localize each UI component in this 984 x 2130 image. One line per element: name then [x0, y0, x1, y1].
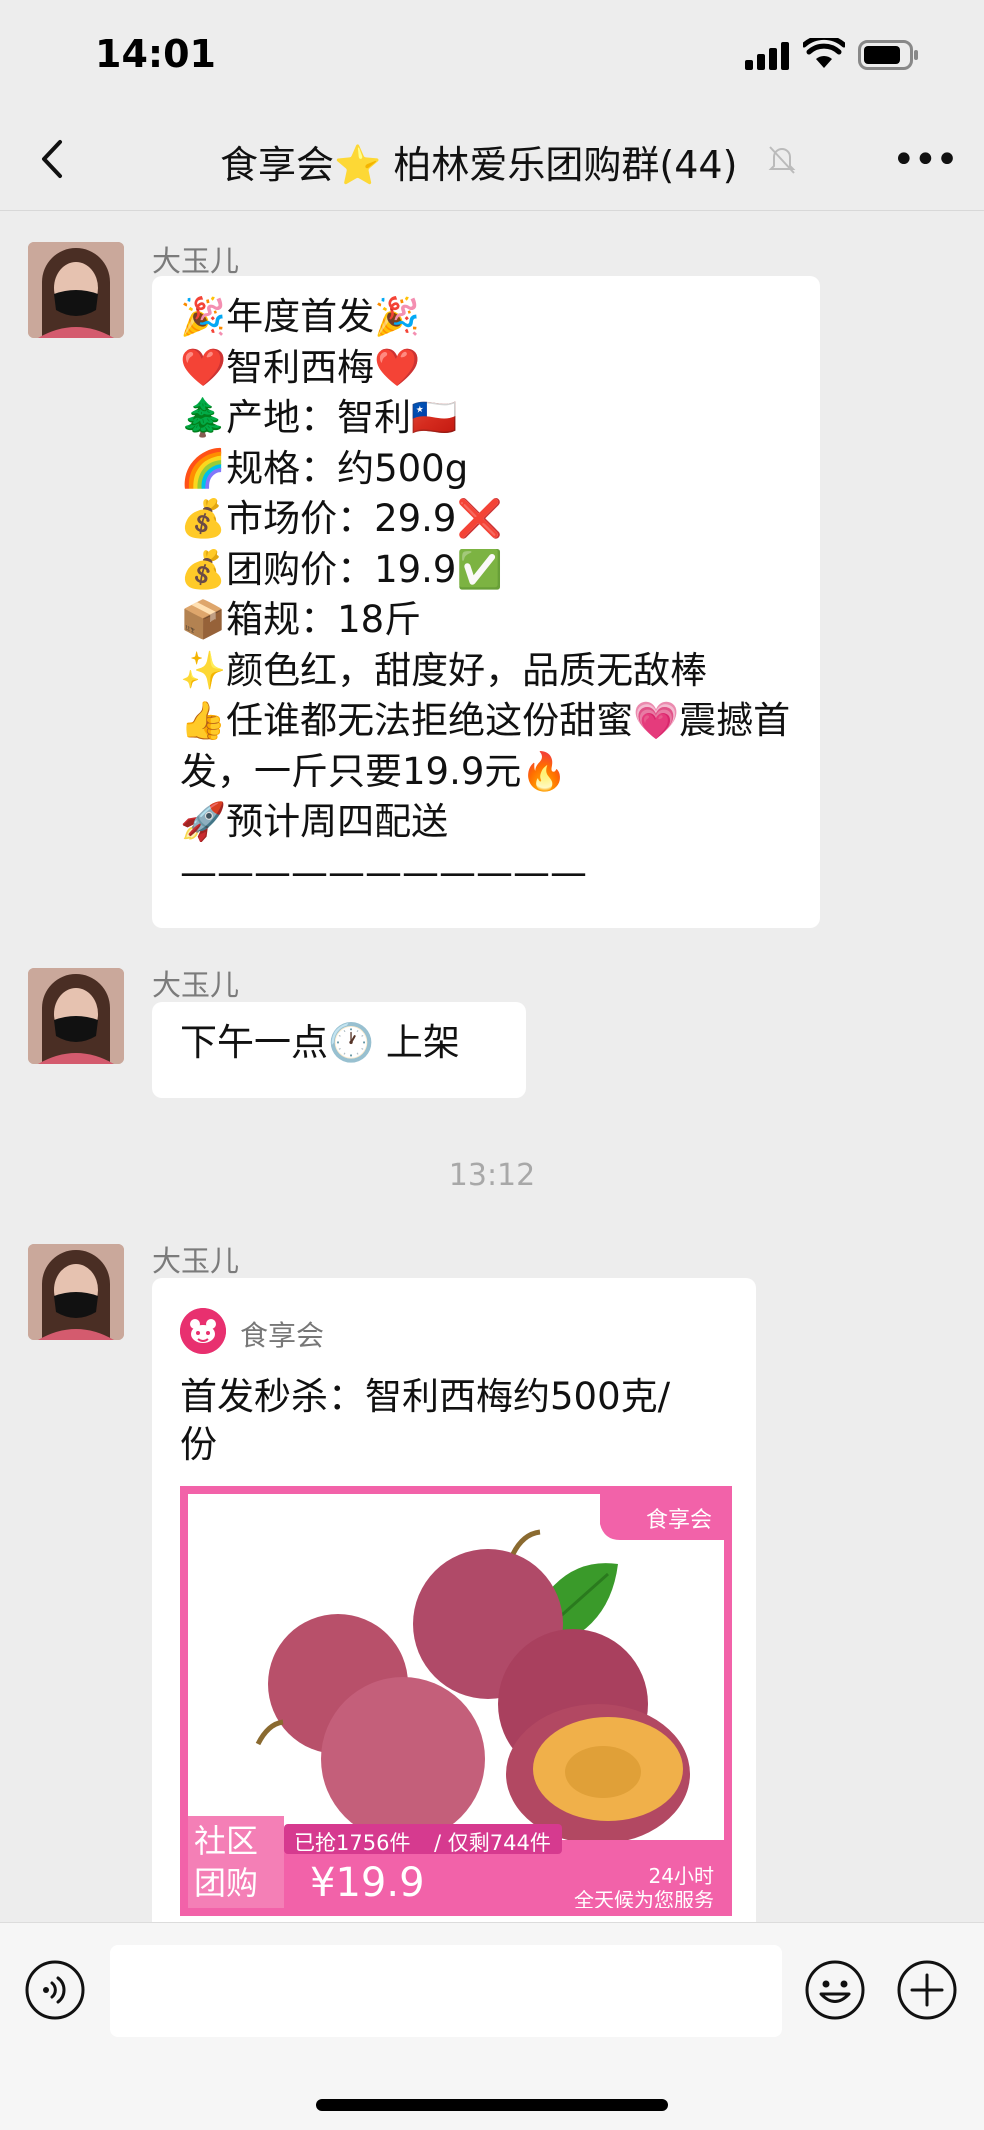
chat-title: 食享会⭐️ 柏林爱乐团购群(44) — [220, 143, 738, 187]
home-indicator[interactable] — [316, 2099, 668, 2111]
avatar-image — [28, 968, 124, 1064]
status-bar: 14:01 — [0, 0, 984, 110]
emoji-icon[interactable] — [804, 1959, 866, 2021]
brand-tag: 食享会 — [645, 1508, 712, 1533]
sender-name: 大玉儿 — [152, 244, 240, 278]
avatar[interactable] — [28, 968, 124, 1064]
message-bubble[interactable]: 🎉年度首发🎉 ❤️智利西梅❤️ 🌲产地：智利🇨🇱 🌈规格：约500g 💰市场价：… — [152, 276, 820, 928]
message-input[interactable] — [110, 1945, 782, 2037]
message-bubble[interactable]: 下午一点🕐 上架 — [152, 1002, 526, 1098]
chat-input-bar — [0, 1922, 984, 2130]
avatar[interactable] — [28, 242, 124, 338]
chat-nav-bar: 食享会⭐️ 柏林爱乐团购群(44) ••• — [0, 110, 984, 211]
battery-icon — [858, 40, 918, 70]
timestamp: 13:12 — [448, 1158, 536, 1193]
mute-bell-icon — [768, 146, 796, 174]
sender-name: 大玉儿 — [152, 968, 240, 1002]
avatar-image — [28, 1244, 124, 1340]
mini-program-card[interactable]: 食享会 首发秒杀：智利西梅约500克/份 食享会 社区 团购 已抢1756件 /… — [152, 1278, 756, 1978]
voice-input-icon[interactable] — [24, 1959, 86, 2021]
status-time: 14:01 — [95, 32, 216, 76]
price-label: ¥19.9 — [310, 1860, 425, 1906]
mini-program-name: 食享会 — [240, 1319, 325, 1352]
product-image[interactable]: 食享会 社区 团购 已抢1756件 / 仅剩744件 ¥19.9 24小时 全天… — [180, 1486, 732, 1916]
more-options-icon[interactable]: ••• — [892, 140, 959, 180]
service-text: 全天候为您服务 — [574, 1888, 714, 1912]
plus-icon[interactable] — [896, 1959, 958, 2021]
avatar[interactable] — [28, 1244, 124, 1340]
community-group-buy-badge: 社区 团购 — [194, 1822, 259, 1902]
wifi-icon — [803, 38, 845, 68]
back-icon[interactable] — [30, 134, 80, 184]
shixianghui-logo-icon — [180, 1308, 226, 1354]
cellular-signal-icon — [745, 42, 789, 70]
sold-count: 已抢1756件 — [294, 1831, 411, 1855]
remaining-count: / 仅剩744件 — [434, 1831, 551, 1855]
avatar-image — [28, 242, 124, 338]
sender-name: 大玉儿 — [152, 1244, 240, 1278]
mini-program-title: 首发秒杀：智利西梅约500克/份 — [180, 1375, 671, 1466]
